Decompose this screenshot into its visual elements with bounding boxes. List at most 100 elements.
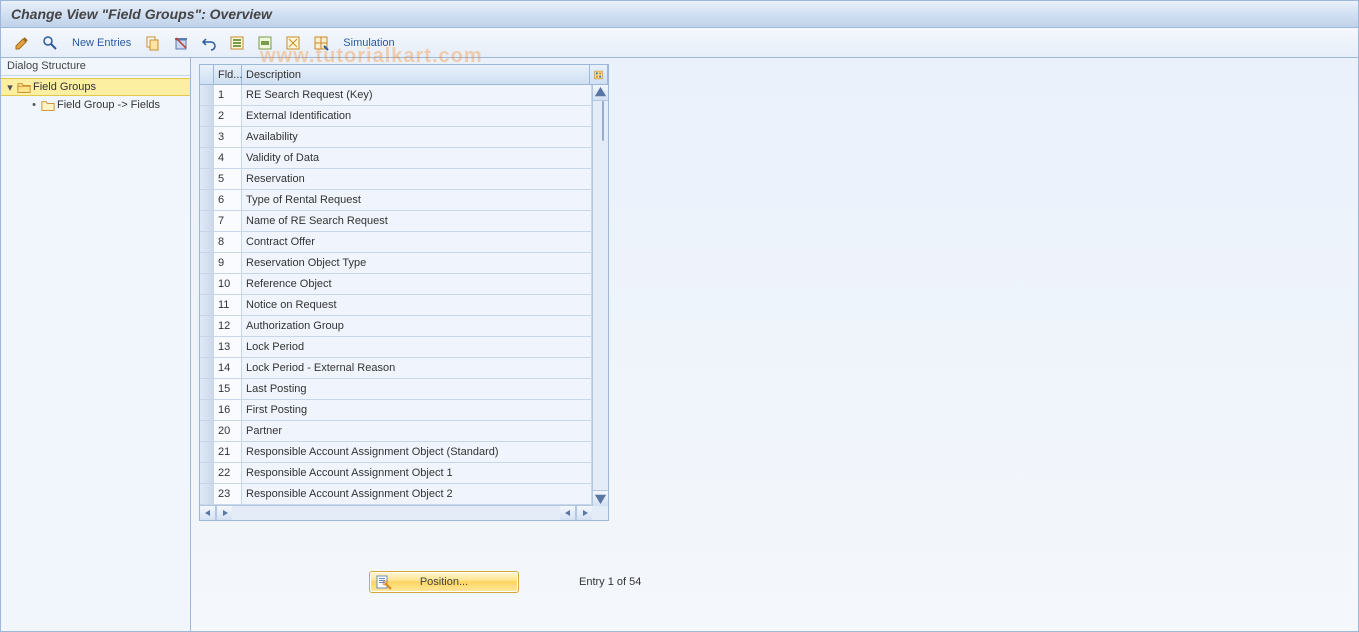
table-row[interactable]: 14Lock Period - External Reason: [200, 358, 608, 379]
table-row[interactable]: 1RE Search Request (Key): [200, 85, 608, 106]
cell-description[interactable]: Name of RE Search Request: [242, 211, 592, 231]
row-selector[interactable]: [200, 421, 214, 441]
cell-description[interactable]: Validity of Data: [242, 148, 592, 168]
toggle-display-change-icon[interactable]: [9, 32, 35, 54]
cell-fld[interactable]: 3: [214, 127, 242, 147]
cell-description[interactable]: Responsible Account Assignment Object (S…: [242, 442, 592, 462]
table-row[interactable]: 21Responsible Account Assignment Object …: [200, 442, 608, 463]
tree-node-field-group-fields[interactable]: • Field Group -> Fields: [1, 96, 190, 114]
cell-fld[interactable]: 16: [214, 400, 242, 420]
cell-fld[interactable]: 5: [214, 169, 242, 189]
cell-description[interactable]: Authorization Group: [242, 316, 592, 336]
undo-icon[interactable]: [196, 32, 222, 54]
table-row[interactable]: 5Reservation: [200, 169, 608, 190]
cell-description[interactable]: External Identification: [242, 106, 592, 126]
table-row[interactable]: 4Validity of Data: [200, 148, 608, 169]
row-selector[interactable]: [200, 295, 214, 315]
cell-description[interactable]: Reservation: [242, 169, 592, 189]
row-selector[interactable]: [200, 232, 214, 252]
row-selector[interactable]: [200, 484, 214, 504]
cell-fld[interactable]: 8: [214, 232, 242, 252]
cell-description[interactable]: Reference Object: [242, 274, 592, 294]
table-row[interactable]: 2External Identification: [200, 106, 608, 127]
cell-description[interactable]: Reservation Object Type: [242, 253, 592, 273]
table-row[interactable]: 15Last Posting: [200, 379, 608, 400]
column-header-description[interactable]: Description: [242, 65, 590, 84]
scroll-left-icon[interactable]: [200, 506, 216, 520]
select-all-icon[interactable]: [224, 32, 250, 54]
table-config-icon[interactable]: [590, 65, 608, 84]
row-selector[interactable]: [200, 127, 214, 147]
cell-fld[interactable]: 1: [214, 85, 242, 105]
cell-fld[interactable]: 22: [214, 463, 242, 483]
scroll-right-icon-2[interactable]: [576, 506, 592, 520]
cell-description[interactable]: Availability: [242, 127, 592, 147]
select-all-column[interactable]: [200, 65, 214, 84]
table-row[interactable]: 6Type of Rental Request: [200, 190, 608, 211]
scroll-right-icon[interactable]: [216, 506, 232, 520]
scroll-up-icon[interactable]: [593, 85, 608, 101]
table-row[interactable]: 23Responsible Account Assignment Object …: [200, 484, 608, 505]
cell-fld[interactable]: 20: [214, 421, 242, 441]
table-row[interactable]: 9Reservation Object Type: [200, 253, 608, 274]
table-row[interactable]: 11Notice on Request: [200, 295, 608, 316]
table-settings-icon[interactable]: [308, 32, 334, 54]
row-selector[interactable]: [200, 337, 214, 357]
cell-fld[interactable]: 21: [214, 442, 242, 462]
cell-fld[interactable]: 4: [214, 148, 242, 168]
cell-description[interactable]: Last Posting: [242, 379, 592, 399]
row-selector[interactable]: [200, 463, 214, 483]
scroll-left-icon-2[interactable]: [560, 506, 576, 520]
cell-description[interactable]: Responsible Account Assignment Object 2: [242, 484, 592, 504]
cell-fld[interactable]: 6: [214, 190, 242, 210]
cell-fld[interactable]: 13: [214, 337, 242, 357]
column-header-fld[interactable]: Fld...: [214, 65, 242, 84]
row-selector[interactable]: [200, 379, 214, 399]
scroll-thumb[interactable]: [602, 101, 604, 141]
cell-fld[interactable]: 14: [214, 358, 242, 378]
cell-description[interactable]: Contract Offer: [242, 232, 592, 252]
row-selector[interactable]: [200, 148, 214, 168]
table-row[interactable]: 13Lock Period: [200, 337, 608, 358]
cell-fld[interactable]: 10: [214, 274, 242, 294]
table-row[interactable]: 8Contract Offer: [200, 232, 608, 253]
horizontal-scrollbar[interactable]: [200, 505, 608, 520]
find-icon[interactable]: [37, 32, 63, 54]
table-row[interactable]: 12Authorization Group: [200, 316, 608, 337]
cell-fld[interactable]: 12: [214, 316, 242, 336]
row-selector[interactable]: [200, 85, 214, 105]
cell-fld[interactable]: 11: [214, 295, 242, 315]
cell-description[interactable]: Responsible Account Assignment Object 1: [242, 463, 592, 483]
table-row[interactable]: 16First Posting: [200, 400, 608, 421]
row-selector[interactable]: [200, 211, 214, 231]
cell-fld[interactable]: 15: [214, 379, 242, 399]
row-selector[interactable]: [200, 274, 214, 294]
row-selector[interactable]: [200, 106, 214, 126]
cell-description[interactable]: First Posting: [242, 400, 592, 420]
row-selector[interactable]: [200, 190, 214, 210]
expander-icon[interactable]: ▾: [5, 81, 15, 94]
copy-icon[interactable]: [140, 32, 166, 54]
deselect-all-icon[interactable]: [280, 32, 306, 54]
row-selector[interactable]: [200, 358, 214, 378]
table-row[interactable]: 22Responsible Account Assignment Object …: [200, 463, 608, 484]
cell-description[interactable]: Notice on Request: [242, 295, 592, 315]
select-block-icon[interactable]: [252, 32, 278, 54]
row-selector[interactable]: [200, 442, 214, 462]
scroll-down-icon[interactable]: [593, 490, 608, 506]
table-row[interactable]: 10Reference Object: [200, 274, 608, 295]
cell-fld[interactable]: 2: [214, 106, 242, 126]
table-row[interactable]: 3Availability: [200, 127, 608, 148]
table-row[interactable]: 7Name of RE Search Request: [200, 211, 608, 232]
row-selector[interactable]: [200, 400, 214, 420]
tree-node-field-groups[interactable]: ▾ Field Groups: [1, 78, 190, 96]
vertical-scrollbar[interactable]: [592, 85, 608, 506]
row-selector[interactable]: [200, 253, 214, 273]
cell-fld[interactable]: 23: [214, 484, 242, 504]
cell-description[interactable]: Lock Period - External Reason: [242, 358, 592, 378]
delete-icon[interactable]: [168, 32, 194, 54]
table-row[interactable]: 20Partner: [200, 421, 608, 442]
cell-description[interactable]: Partner: [242, 421, 592, 441]
simulation-button[interactable]: Simulation: [336, 32, 401, 54]
position-button[interactable]: Position...: [369, 571, 519, 593]
